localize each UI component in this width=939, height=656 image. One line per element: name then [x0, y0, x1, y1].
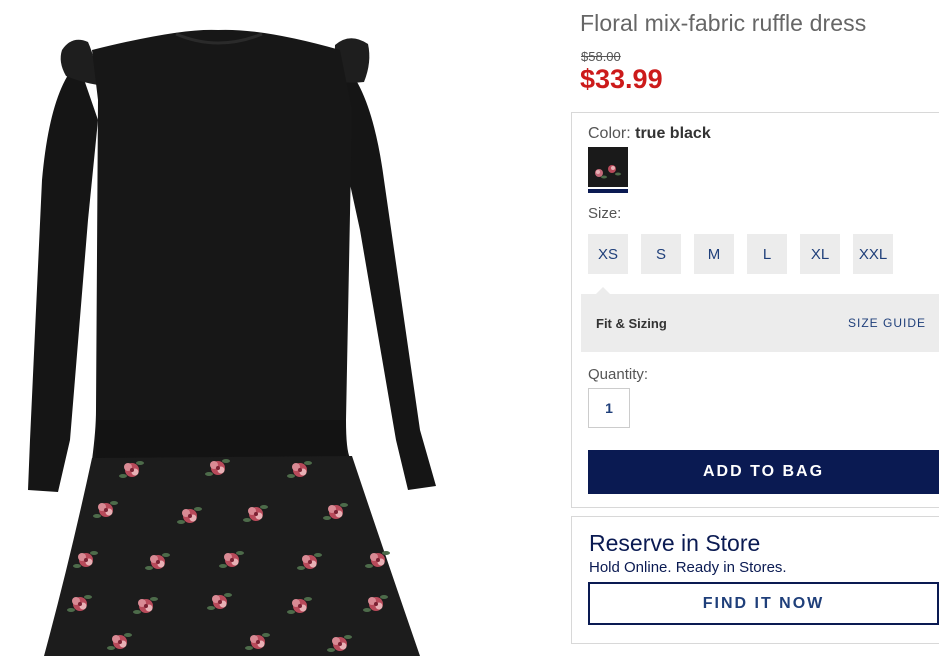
quantity-input[interactable]: 1: [588, 388, 630, 428]
dress-photo: [28, 29, 436, 656]
size-button-s[interactable]: S: [641, 234, 681, 274]
size-button-l[interactable]: L: [747, 234, 787, 274]
fit-sizing-label: Fit & Sizing: [596, 316, 667, 331]
sale-price: $33.99: [580, 64, 663, 94]
reserve-subtitle: Hold Online. Ready in Stores.: [589, 559, 787, 576]
quantity-label: Quantity:: [588, 366, 649, 383]
product-image: [0, 0, 560, 656]
size-button-m[interactable]: M: [694, 234, 734, 274]
color-label-text: Color:: [588, 125, 636, 142]
find-it-now-button[interactable]: FIND IT NOW: [588, 582, 939, 625]
size-options: XS S M L XL XXL: [588, 234, 893, 274]
color-swatch-true-black[interactable]: [588, 147, 628, 187]
product-title: Floral mix-fabric ruffle dress: [580, 10, 867, 36]
size-guide-link[interactable]: SIZE GUIDE: [848, 316, 926, 330]
original-price: $58.00: [581, 49, 621, 64]
floral-swatch-icon: [588, 147, 628, 187]
color-selected-value: true black: [635, 125, 711, 142]
size-button-xxl[interactable]: XXL: [853, 234, 893, 274]
size-label: Size:: [588, 205, 622, 222]
add-to-bag-button[interactable]: ADD TO BAG: [588, 450, 939, 494]
swatch-selected-indicator: [588, 189, 628, 193]
reserve-title: Reserve in Store: [589, 530, 761, 556]
size-button-xl[interactable]: XL: [800, 234, 840, 274]
color-label: Color: true black: [588, 125, 711, 143]
size-button-xs[interactable]: XS: [588, 234, 628, 274]
